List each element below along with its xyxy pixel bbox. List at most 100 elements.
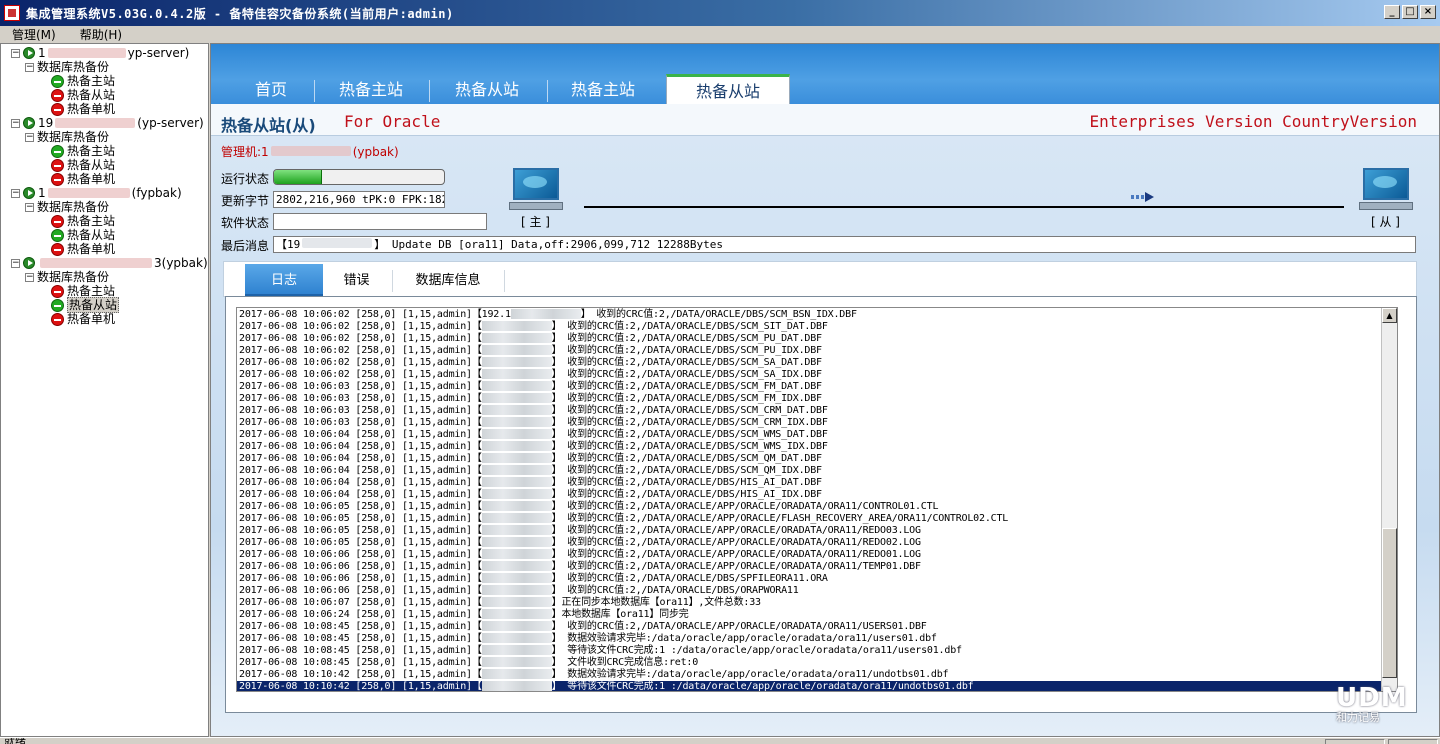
log-user: [1,15,admin] [402, 645, 472, 656]
log-row[interactable]: 2017-06-08 10:10:42 [258,0] [1,15,admin]… [237, 669, 1397, 681]
log-row[interactable]: 2017-06-08 10:06:05 [258,0] [1,15,admin]… [237, 513, 1397, 525]
log-code: [258,0] [355, 321, 397, 332]
tree-role-node[interactable]: 热备主站 [51, 214, 115, 228]
log-row[interactable]: 2017-06-08 10:06:02 [258,0] [1,15,admin]… [237, 357, 1397, 369]
log-ip: 【 [471, 525, 482, 536]
tree-role-node[interactable]: 热备主站 [51, 144, 115, 158]
tree-group-node[interactable]: − 数据库热备份 [25, 200, 109, 214]
log-scrollbar[interactable]: ▲ [1381, 308, 1397, 691]
log-message: 】 数据效验请求完毕:/data/oracle/app/oracle/orada… [551, 633, 937, 644]
log-row[interactable]: 2017-06-08 10:06:06 [258,0] [1,15,admin]… [237, 561, 1397, 573]
log-timestamp: 2017-06-08 10:08:45 [239, 633, 350, 644]
tree-role-node[interactable]: 热备单机 [51, 242, 115, 256]
tab-hot-slave[interactable]: 热备从站 [431, 74, 543, 104]
tab-hot-master[interactable]: 热备主站 [315, 74, 427, 104]
collapse-icon[interactable]: − [11, 118, 20, 128]
log-row[interactable]: 2017-06-08 10:06:02 [258,0] [1,15,admin]… [237, 333, 1397, 345]
log-row[interactable]: 2017-06-08 10:06:06 [258,0] [1,15,admin]… [237, 573, 1397, 585]
log-message: 】 收到的CRC值:2,/DATA/ORACLE/DBS/SCM_WMS_IDX… [551, 441, 828, 452]
log-ip: 【 [471, 321, 482, 332]
collapse-icon[interactable]: − [25, 62, 34, 72]
log-row[interactable]: 2017-06-08 10:08:45 [258,0] [1,15,admin]… [237, 657, 1397, 669]
log-ip: 【 [471, 621, 482, 632]
log-row[interactable]: 2017-06-08 10:06:04 [258,0] [1,15,admin]… [237, 477, 1397, 489]
tree-role-node[interactable]: 热备从站 [51, 158, 115, 172]
close-button[interactable]: × [1420, 5, 1436, 19]
tree-role-node[interactable]: 热备从站 [51, 228, 115, 242]
tab-hot-slave-active[interactable]: 热备从站 [666, 74, 790, 104]
collapse-icon[interactable]: − [25, 202, 34, 212]
log-row[interactable]: 2017-06-08 10:06:03 [258,0] [1,15,admin]… [237, 381, 1397, 393]
transfer-arrow-icon [1131, 192, 1155, 202]
tab-db-info[interactable]: 数据库信息 [396, 264, 500, 297]
tree-group-node[interactable]: − 数据库热备份 [25, 60, 109, 74]
status-online-icon [51, 144, 64, 158]
log-timestamp: 2017-06-08 10:06:02 [239, 321, 350, 332]
log-row[interactable]: 2017-06-08 10:06:04 [258,0] [1,15,admin]… [237, 489, 1397, 501]
log-row[interactable]: 2017-06-08 10:06:04 [258,0] [1,15,admin]… [237, 429, 1397, 441]
log-row[interactable]: 2017-06-08 10:06:02 [258,0] [1,15,admin]… [237, 369, 1397, 381]
log-row[interactable]: 2017-06-08 10:06:05 [258,0] [1,15,admin]… [237, 525, 1397, 537]
log-row[interactable]: 2017-06-08 10:08:45 [258,0] [1,15,admin]… [237, 633, 1397, 645]
collapse-icon[interactable]: − [25, 272, 34, 282]
tree-role-node[interactable]: 热备单机 [51, 172, 115, 186]
log-row[interactable]: 2017-06-08 10:10:42 [258,0] [1,15,admin]… [237, 681, 1397, 691]
log-row[interactable]: 2017-06-08 10:06:02 [258,0] [1,15,admin]… [237, 309, 1397, 321]
log-row[interactable]: 2017-06-08 10:06:04 [258,0] [1,15,admin]… [237, 453, 1397, 465]
tree-role-node[interactable]: 热备单机 [51, 102, 115, 116]
tree-server-node[interactable]: − 19 (yp-server) [11, 116, 204, 130]
log-row[interactable]: 2017-06-08 10:06:06 [258,0] [1,15,admin]… [237, 585, 1397, 597]
log-ip: 【 [471, 537, 482, 548]
log-row[interactable]: 2017-06-08 10:06:04 [258,0] [1,15,admin]… [237, 465, 1397, 477]
log-row[interactable]: 2017-06-08 10:06:04 [258,0] [1,15,admin]… [237, 441, 1397, 453]
title-bar: 集成管理系统V5.03G.0.4.2版 - 备特佳容灾备份系统(当前用户:adm… [0, 0, 1440, 26]
collapse-icon[interactable]: − [11, 48, 20, 58]
log-code: [258,0] [355, 357, 397, 368]
status-text: 就绪 [4, 737, 26, 744]
log-row[interactable]: 2017-06-08 10:06:02 [258,0] [1,15,admin]… [237, 345, 1397, 357]
collapse-icon[interactable]: − [25, 132, 34, 142]
tab-home[interactable]: 首页 [229, 74, 313, 104]
log-row[interactable]: 2017-06-08 10:06:05 [258,0] [1,15,admin]… [237, 501, 1397, 513]
log-row[interactable]: 2017-06-08 10:08:45 [258,0] [1,15,admin]… [237, 645, 1397, 657]
log-row[interactable]: 2017-06-08 10:06:03 [258,0] [1,15,admin]… [237, 393, 1397, 405]
log-row[interactable]: 2017-06-08 10:06:24 [258,0] [1,15,admin]… [237, 609, 1397, 621]
log-list[interactable]: 2017-06-08 10:06:02 [258,0] [1,15,admin]… [236, 307, 1398, 692]
minimize-button[interactable]: _ [1384, 5, 1400, 19]
tab-hot-master-2[interactable]: 热备主站 [547, 74, 659, 104]
tree-server-node[interactable]: − 3(ypbak) [11, 256, 208, 270]
tree-group-node[interactable]: − 数据库热备份 [25, 270, 109, 284]
log-row[interactable]: 2017-06-08 10:06:05 [258,0] [1,15,admin]… [237, 537, 1397, 549]
collapse-icon[interactable]: − [11, 258, 20, 268]
log-row[interactable]: 2017-06-08 10:06:03 [258,0] [1,15,admin]… [237, 405, 1397, 417]
tree-role-node[interactable]: 热备从站 [51, 88, 115, 102]
tree-role-node[interactable]: 热备主站 [51, 284, 115, 298]
tab-errors[interactable]: 错误 [324, 264, 389, 297]
menu-manage[interactable]: 管理(M) [0, 26, 68, 43]
tree-server-node[interactable]: − 1 (fypbak) [11, 186, 182, 200]
log-timestamp: 2017-06-08 10:06:03 [239, 393, 350, 404]
main-panel: 首页 热备主站 热备从站 热备主站 热备从站 热备从站(从) For Oracl… [210, 43, 1440, 737]
tree-role-node[interactable]: 热备主站 [51, 74, 115, 88]
role-label: 热备单机 [67, 242, 116, 256]
log-row[interactable]: 2017-06-08 10:06:07 [258,0] [1,15,admin]… [237, 597, 1397, 609]
scroll-thumb[interactable] [1382, 528, 1397, 678]
log-row[interactable]: 2017-06-08 10:06:03 [258,0] [1,15,admin]… [237, 417, 1397, 429]
watermark: UDM 和力记易 [1336, 683, 1436, 724]
scroll-up-button[interactable]: ▲ [1382, 308, 1397, 323]
log-row[interactable]: 2017-06-08 10:08:45 [258,0] [1,15,admin]… [237, 621, 1397, 633]
tab-log[interactable]: 日志 [245, 264, 323, 297]
maximize-button[interactable]: □ [1402, 5, 1418, 19]
tree-group-node[interactable]: − 数据库热备份 [25, 130, 109, 144]
menu-help[interactable]: 帮助(H) [68, 26, 134, 43]
tree-role-node[interactable]: 热备单机 [51, 312, 115, 326]
collapse-icon[interactable]: − [11, 188, 20, 198]
log-row[interactable]: 2017-06-08 10:06:06 [258,0] [1,15,admin]… [237, 549, 1397, 561]
server-tree[interactable]: −1 yp-server) − 数据库热备份 热备主站 热备从站 热备单机 −19 (yp-se… [0, 43, 209, 737]
log-message: 】 收到的CRC值:2,/DATA/ORACLE/APP/ORACLE/ORAD… [551, 561, 921, 572]
log-row[interactable]: 2017-06-08 10:06:02 [258,0] [1,15,admin]… [237, 321, 1397, 333]
log-code: [258,0] [355, 585, 397, 596]
log-user: [1,15,admin] [402, 513, 472, 524]
tree-server-node[interactable]: − 1 yp-server) [11, 46, 189, 60]
tree-role-node[interactable]: 热备从站 [51, 297, 120, 313]
